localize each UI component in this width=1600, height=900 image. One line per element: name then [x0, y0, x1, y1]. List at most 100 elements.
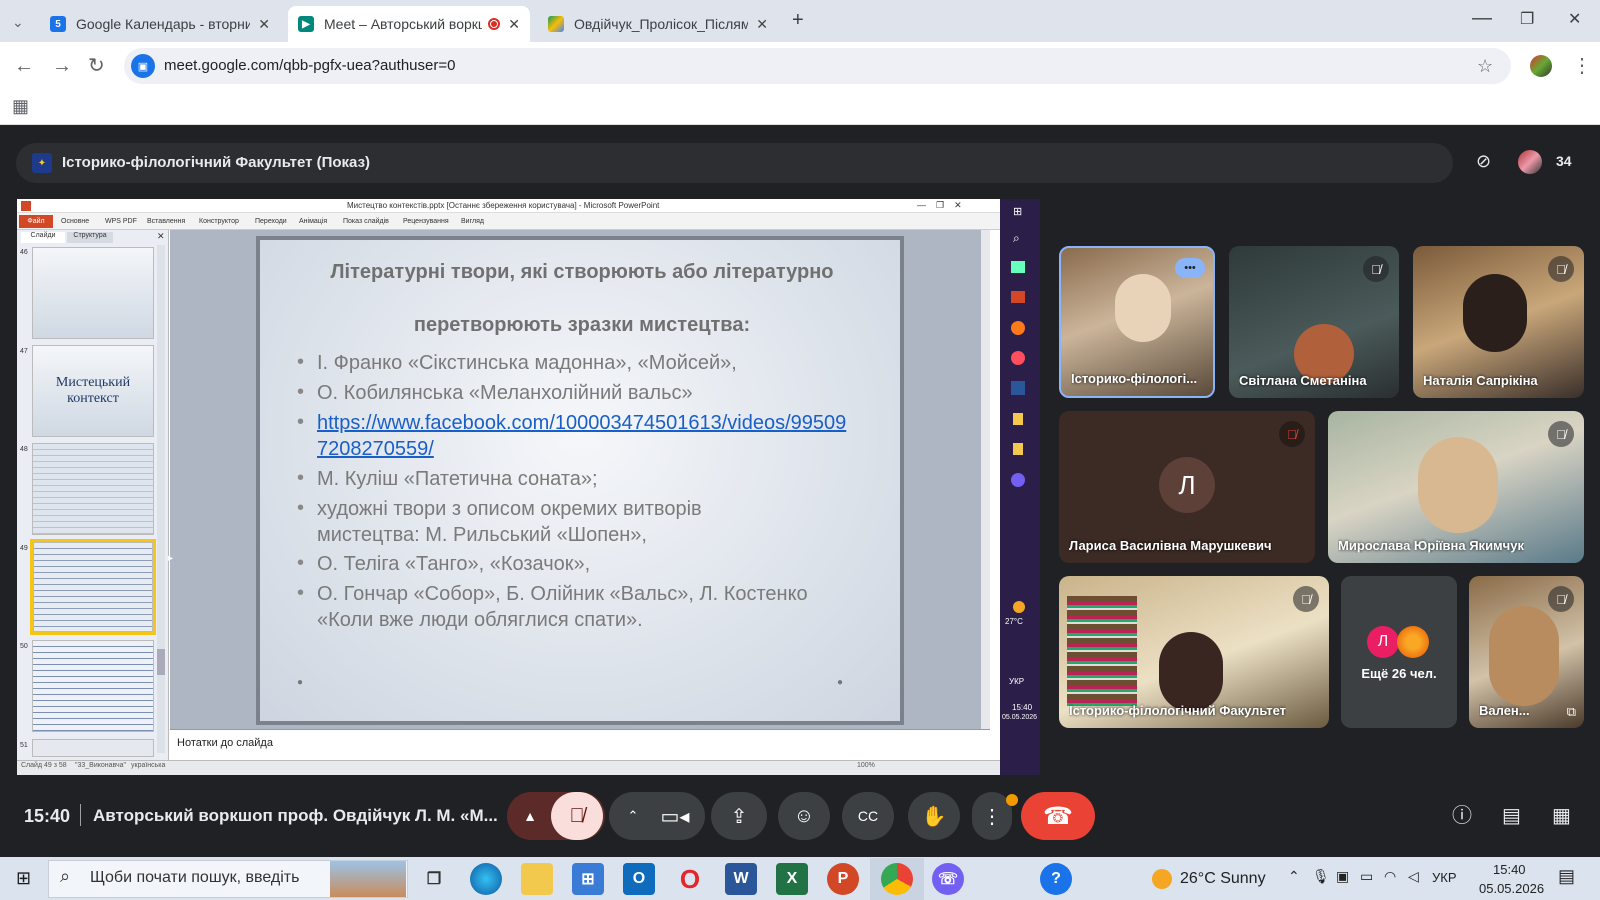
notifications-icon[interactable]: ▤ — [1558, 866, 1575, 887]
back-icon[interactable]: ← — [14, 56, 34, 76]
reload-icon[interactable]: ↻ — [88, 56, 105, 76]
help-icon[interactable]: ? — [1040, 863, 1072, 895]
participant-tile[interactable]: 🎙̸ Мирослава Юріївна Якимчук — [1328, 411, 1584, 563]
slide-thumbnail[interactable] — [32, 247, 154, 339]
close-tab-icon[interactable]: ✕ — [508, 16, 520, 33]
notes-pane[interactable] — [170, 729, 990, 759]
search-placeholder[interactable]: Щоби почати пошук, введіть — [90, 869, 299, 887]
ppt-window-buttons[interactable]: — ❐ ✕ — [917, 200, 962, 211]
tray-camera-icon[interactable]: ▣ — [1336, 868, 1349, 885]
close-window-icon[interactable]: ✕ — [1568, 10, 1581, 30]
battery-icon[interactable]: ▭ — [1360, 868, 1373, 885]
more-participants-tile[interactable]: Л Ещё 26 чел. — [1341, 576, 1457, 728]
slide-thumbnail-selected[interactable] — [33, 542, 153, 632]
present-button[interactable]: ⇪ — [711, 792, 767, 840]
ribbon-tab[interactable]: Конструктор — [199, 218, 239, 225]
inner-start-icon[interactable]: ⊞ — [1013, 205, 1022, 218]
mic-off-icon[interactable]: 🎙̸ — [551, 792, 603, 840]
activities-icon[interactable]: ▦ — [1552, 806, 1571, 826]
more-options-icon[interactable]: ••• — [1175, 258, 1205, 278]
camera-control[interactable]: ⌃ ▭◂ — [609, 792, 705, 840]
viber-icon[interactable]: ☏ — [932, 863, 964, 895]
minimize-icon[interactable]: — — [1472, 8, 1492, 28]
new-tab-icon[interactable]: + — [792, 10, 804, 30]
excel-icon[interactable]: X — [776, 863, 808, 895]
participant-tile[interactable]: ••• Історико-філологі... — [1059, 246, 1215, 398]
participant-tile[interactable]: 🎙̸ Світлана Сметаніна — [1229, 246, 1399, 398]
clock-date[interactable]: 05.05.2026 — [1479, 881, 1544, 896]
forward-icon[interactable]: → — [52, 56, 72, 76]
ribbon-tab[interactable]: Переходи — [255, 218, 287, 225]
participant-tile[interactable]: Л 🎙̸ Лариса Василівна Марушкевич — [1059, 411, 1315, 563]
file-explorer-icon[interactable] — [521, 863, 553, 895]
chrome-icon[interactable] — [881, 863, 913, 895]
mic-control[interactable]: ▲ 🎙̸ — [507, 792, 605, 840]
powerpoint-icon[interactable]: P — [827, 863, 859, 895]
pane-scroll-thumb[interactable] — [157, 649, 165, 675]
camera-options-icon[interactable]: ⌃ — [615, 808, 651, 824]
site-info-icon[interactable]: ▣ — [131, 54, 155, 78]
profile-avatar[interactable] — [1530, 55, 1552, 77]
url-text[interactable]: meet.google.com/qbb-pgfx-uea?authuser=0 — [164, 57, 455, 74]
tray-chevron-icon[interactable]: ⌃ — [1288, 868, 1300, 885]
leave-call-button[interactable]: ☎ — [1021, 792, 1095, 840]
camera-icon[interactable]: ▭◂ — [651, 804, 699, 829]
participant-tile[interactable]: 🎙̸ Історико-філологічний Факультет — [1059, 576, 1329, 728]
apps-grid-icon[interactable]: ▦ — [12, 96, 29, 116]
participant-count[interactable]: 34 — [1556, 153, 1572, 169]
slide-thumbnail[interactable]: Мистецький контекст — [32, 345, 154, 437]
ribbon-tab[interactable]: Показ слайдів — [343, 218, 389, 225]
slide-thumbnail[interactable] — [32, 739, 154, 757]
menu-icon[interactable]: ⋮ — [1572, 56, 1592, 76]
close-tab-icon[interactable]: ✕ — [258, 16, 270, 33]
word-icon[interactable]: W — [725, 863, 757, 895]
ribbon-tab[interactable]: Рецензування — [403, 218, 449, 225]
participant-tile[interactable]: 🎙̸ Наталія Сапрікіна — [1413, 246, 1584, 398]
chat-icon[interactable]: ▤ — [1502, 806, 1521, 826]
inner-search-icon[interactable]: ⌕ — [1013, 231, 1020, 246]
tab-search-icon[interactable]: ⌄ — [12, 12, 24, 32]
ribbon-tab[interactable]: WPS PDF — [105, 218, 137, 225]
pane-scrollbar[interactable] — [157, 245, 165, 753]
pane-tab-slides[interactable]: Слайди — [21, 232, 65, 243]
wifi-icon[interactable]: ◠ — [1384, 868, 1396, 885]
ribbon-tab[interactable]: Вставлення — [147, 218, 185, 225]
start-icon[interactable]: ⊞ — [16, 868, 31, 889]
task-view-icon[interactable]: ❐ — [418, 863, 450, 895]
participants-avatar[interactable] — [1518, 150, 1542, 174]
inner-firefox-icon[interactable] — [1011, 321, 1025, 335]
bookmark-star-icon[interactable]: ☆ — [1477, 56, 1493, 76]
captions-button[interactable]: CC — [842, 792, 894, 840]
reactions-button[interactable]: ☺ — [778, 792, 830, 840]
ribbon-tab[interactable]: Анімація — [299, 218, 327, 225]
close-tab-icon[interactable]: ✕ — [756, 16, 768, 33]
inner-app-icon[interactable] — [1011, 261, 1025, 273]
tab-drive[interactable]: Овдійчук_Пролісок_Післямова ✕ — [538, 6, 778, 42]
tray-mic-icon[interactable]: 🎙 — [1312, 868, 1330, 885]
participant-tile[interactable]: 🎙̸ Вален... ⧉ — [1469, 576, 1584, 728]
pin-icon[interactable]: ⧉ — [1567, 704, 1576, 720]
edge-icon[interactable] — [470, 863, 502, 895]
inner-word-icon[interactable] — [1011, 381, 1025, 395]
notes-placeholder[interactable]: Нотатки до слайда — [177, 737, 273, 749]
restore-icon[interactable]: ❐ — [1520, 10, 1534, 30]
outlook-icon[interactable]: O — [623, 863, 655, 895]
inner-viber-icon[interactable] — [1011, 473, 1025, 487]
slide-thumbnail[interactable] — [32, 443, 154, 535]
inner-folder-icon[interactable] — [1013, 413, 1023, 425]
inner-ppt-icon[interactable] — [1011, 291, 1025, 303]
slide-link[interactable]: https://www.facebook.com/100003474501613… — [317, 410, 847, 462]
ribbon-file[interactable]: Файл — [19, 215, 53, 228]
info-icon[interactable]: ⓘ — [1452, 806, 1472, 826]
tab-calendar[interactable]: 5 Google Календарь - вторник, 5 ✕ — [40, 6, 280, 42]
editor-scrollbar[interactable] — [981, 230, 990, 729]
slide-thumbnail[interactable] — [32, 640, 154, 732]
mic-options-icon[interactable]: ▲ — [509, 808, 551, 824]
language-indicator[interactable]: УКР — [1432, 870, 1457, 885]
pane-tab-outline[interactable]: Структура — [67, 232, 113, 243]
hide-presentation-icon[interactable]: ⊘ — [1476, 151, 1491, 171]
opera-icon[interactable]: O — [674, 863, 706, 895]
clock-time[interactable]: 15:40 — [1493, 862, 1526, 877]
tab-meet[interactable]: ▶ Meet – Авторський воркш ✕ — [288, 6, 530, 42]
inner-firefox-icon[interactable] — [1011, 351, 1025, 365]
